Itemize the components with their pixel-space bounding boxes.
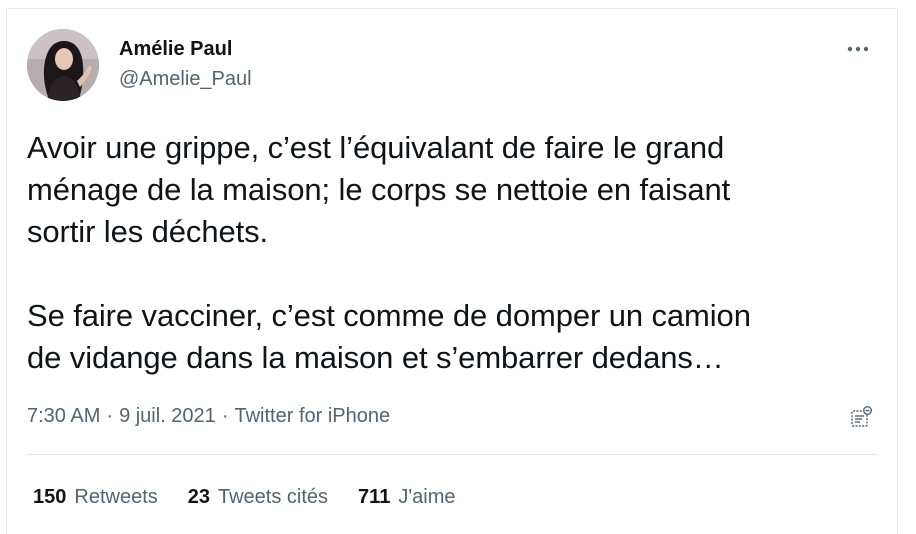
more-horizontal-icon <box>847 46 869 52</box>
quotes-label: Tweets cités <box>218 486 329 508</box>
tweet-text: Avoir une grippe, c’est l’équivalant de … <box>27 130 751 375</box>
meta-separator: · <box>106 405 114 427</box>
tweet-date[interactable]: 9 juil. 2021 <box>119 405 216 427</box>
author-name[interactable]: Amélie Paul <box>119 37 252 61</box>
tweet-source[interactable]: Twitter for iPhone <box>234 405 390 427</box>
quotes-stat[interactable]: 23 Tweets cités <box>188 485 328 509</box>
analytics-icon <box>851 406 872 427</box>
page: Amélie Paul @Amelie_Paul Avoir une gripp… <box>0 0 916 534</box>
meta-separator: · <box>221 405 229 427</box>
more-options-button[interactable] <box>843 39 873 59</box>
analytics-button[interactable] <box>849 405 873 429</box>
tweet-metadata: 7:30 AM · 9 juil. 2021 · Twitter for iPhone <box>27 404 390 428</box>
tweet-stats: 150 Retweets 23 Tweets cités 711 J'aime <box>33 485 455 509</box>
retweets-label: Retweets <box>74 486 158 508</box>
retweets-stat[interactable]: 150 Retweets <box>33 485 158 509</box>
likes-stat[interactable]: 711 J'aime <box>358 485 455 509</box>
avatar-photo <box>27 29 99 101</box>
divider <box>27 454 877 455</box>
quotes-count: 23 <box>187 486 210 508</box>
likes-label: J'aime <box>398 486 456 508</box>
retweets-count: 150 <box>33 486 67 508</box>
tweet-header: Amélie Paul @Amelie_Paul <box>27 29 877 101</box>
author-info: Amélie Paul @Amelie_Paul <box>119 37 252 91</box>
avatar[interactable] <box>27 29 99 101</box>
likes-count: 711 <box>358 486 391 508</box>
tweet-time[interactable]: 7:30 AM <box>27 405 100 427</box>
tweet-card: Amélie Paul @Amelie_Paul Avoir une gripp… <box>6 8 898 534</box>
author-handle[interactable]: @Amelie_Paul <box>119 67 252 91</box>
